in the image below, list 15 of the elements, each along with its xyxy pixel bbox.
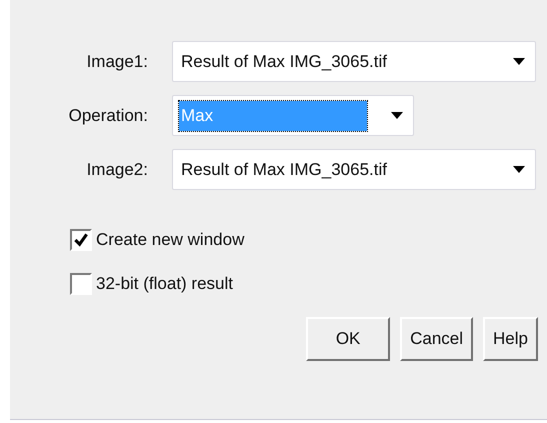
checkbox[interactable] (70, 273, 92, 295)
field-label: Operation: (68, 106, 148, 126)
checkbox-label: Create new window (96, 230, 244, 250)
dialog-button[interactable]: Cancel (400, 317, 474, 361)
caret-icon (391, 112, 403, 119)
dropdown[interactable]: Result of Max IMG_3065.tif (172, 41, 536, 82)
checkbox[interactable] (70, 229, 92, 251)
dropdown[interactable]: Result of Max IMG_3065.tif (172, 149, 536, 190)
dialog-button[interactable]: Help (483, 317, 538, 361)
checkbox-label: 32-bit (float) result (96, 274, 233, 294)
field-label: Image1: (86, 52, 148, 72)
dialog-button[interactable]: OK (306, 317, 390, 361)
field-label: Image2: (86, 160, 148, 180)
caret-icon (513, 166, 525, 173)
caret-icon (513, 58, 525, 65)
